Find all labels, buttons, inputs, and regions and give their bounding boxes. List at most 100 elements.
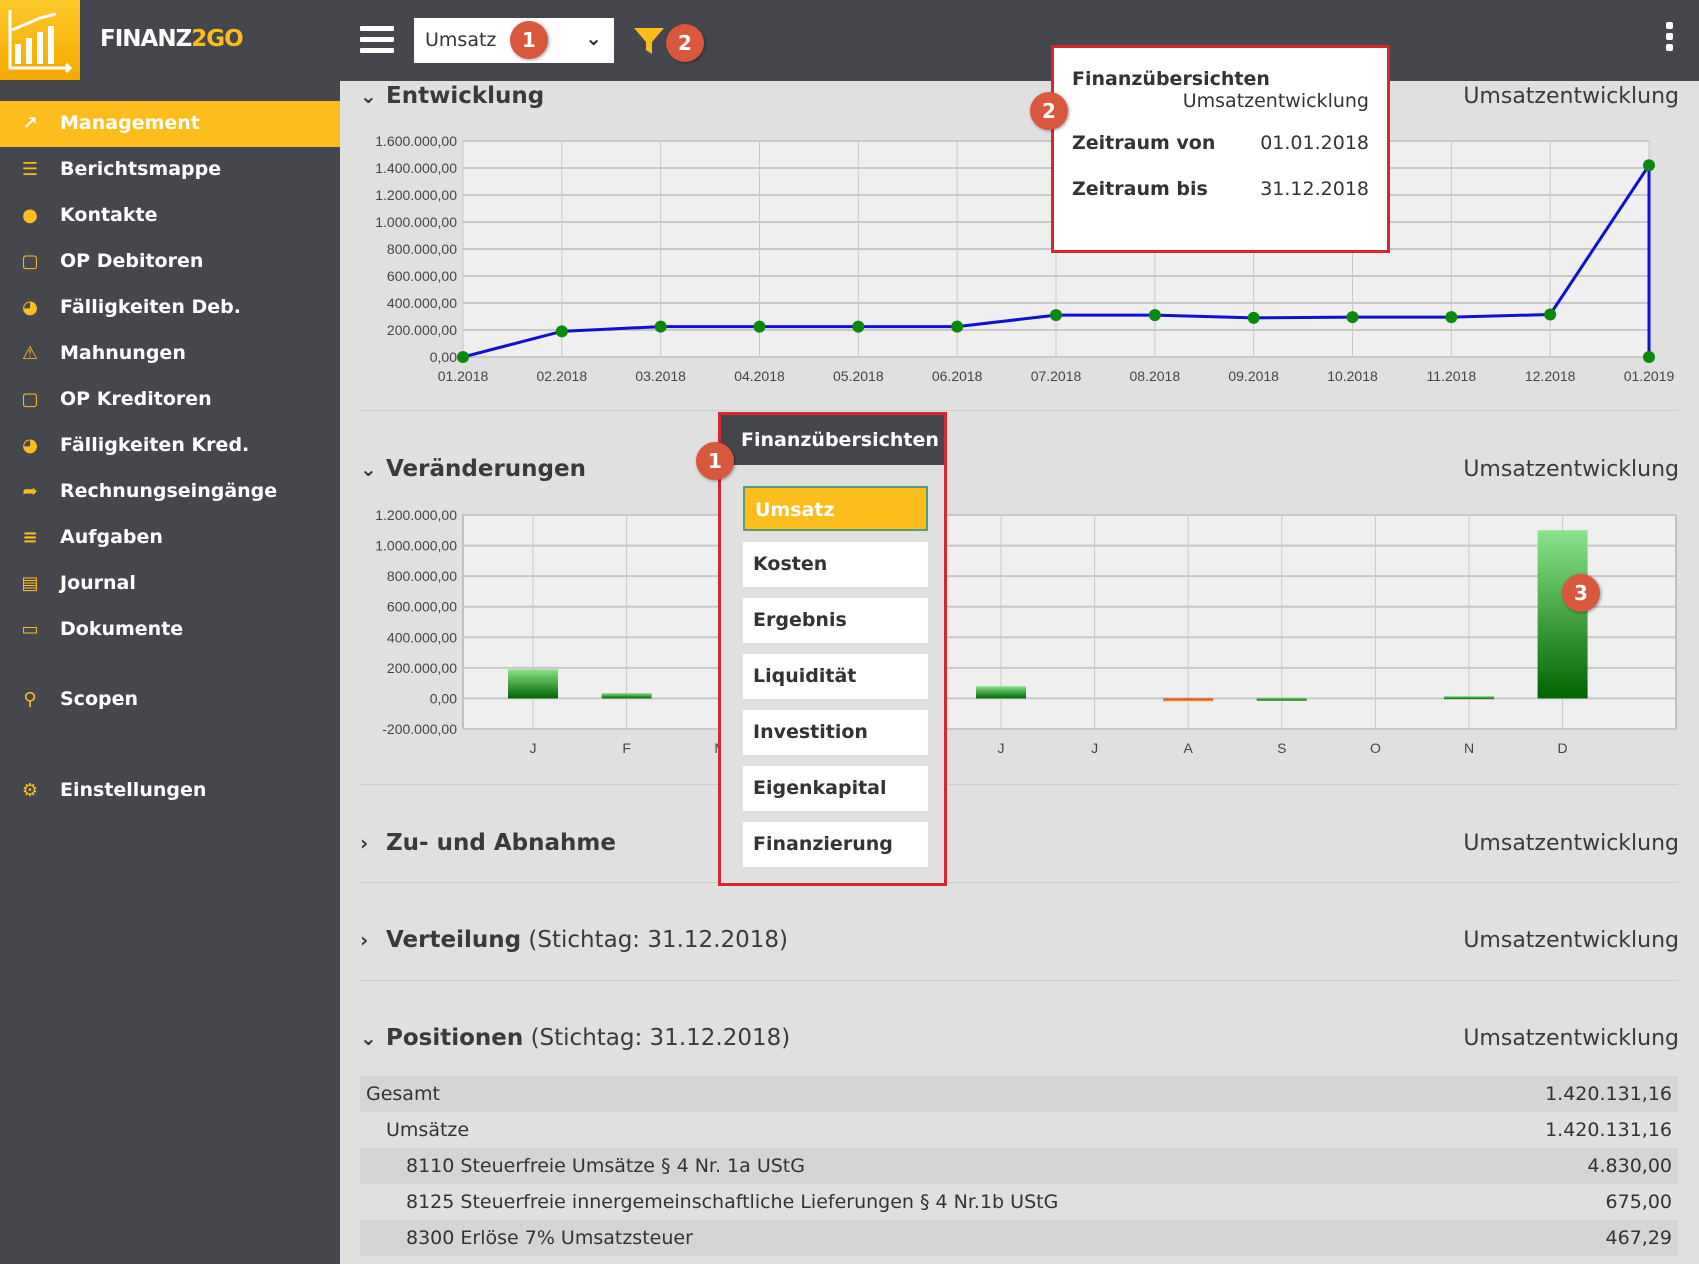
line-chart: 0,00 200.000,00 400.000,00 600.000,00 800.00… [375,133,1675,384]
menu-item[interactable]: Finanzierung [743,822,928,867]
folder-icon: ▭ [21,619,39,640]
filter-icon[interactable] [632,24,666,58]
sidebar-item[interactable]: ▤ Journal [0,561,340,607]
y-tick-label: 400.000,00 [387,295,457,311]
gauge-icon: ◕ [22,435,38,456]
step-badge: 2 [1030,92,1068,130]
warning-icon: ⚠ [21,343,39,364]
data-point [1346,311,1359,324]
section-entwicklung[interactable]: ⌄ Entwicklung [360,83,544,109]
y-tick-label: 1.600.000,00 [375,133,457,149]
table-row[interactable]: Umsätze 1.420.131,16 [360,1112,1678,1148]
y-tick-label: -200.000,00 [382,721,457,737]
y-tick-label: 1.200.000,00 [375,507,457,523]
x-tick-label: F [622,740,631,756]
sidebar-item[interactable]: ● Kontakte [0,193,340,239]
sidebar-item[interactable]: ⚠ Mahnungen [0,331,340,377]
section-subtitle: Umsatzentwicklung [1463,831,1679,856]
menu-item[interactable]: Eigenkapital [743,766,928,811]
menu-item[interactable]: Investition [743,710,928,755]
logo[interactable] [0,0,80,80]
section-subtitle: Umsatzentwicklung [1463,84,1679,109]
from-value[interactable]: 01.01.2018 [1260,132,1369,154]
menu-item[interactable]: Kosten [743,542,928,587]
row-value: 1.420.131,16 [1545,1119,1672,1141]
row-label: Umsätze [386,1119,470,1141]
data-point [951,320,964,333]
x-tick-label: 12.2018 [1525,368,1576,384]
y-tick-label: 800.000,00 [387,241,457,257]
y-tick-label: 400.000,00 [387,629,457,645]
x-tick-label: 05.2018 [833,368,884,384]
sidebar-item[interactable]: ➦ Rechnungseingänge [0,469,340,515]
bar [976,686,1026,699]
sidebar-item[interactable]: ▢ OP Kreditoren [0,377,340,423]
sidebar-item-label: Kontakte [60,204,158,226]
table-row[interactable]: Gesamt 1.420.131,16 [360,1076,1678,1112]
sidebar-item[interactable]: ◕ Fälligkeiten Kred. [0,423,340,469]
top-bar [0,0,1699,81]
step-badge: 1 [696,442,734,480]
chevron-down-icon: ⌄ [360,84,377,108]
data-point [654,320,667,333]
menu-item[interactable]: Liquidität [743,654,928,699]
divider [360,882,1678,883]
bar [1256,697,1307,701]
sidebar-item-label: Journal [60,572,136,594]
section-zu-und-abnahme[interactable]: › Zu- und Abnahme [360,830,616,856]
y-tick-label: 600.000,00 [387,599,457,615]
sidebar-item-label: OP Debitoren [60,250,204,272]
x-tick-label: 01.2019 [1624,368,1675,384]
popup-subtitle: Umsatzentwicklung [1182,90,1369,112]
data-point [555,325,568,338]
sidebar-item-label: Einstellungen [60,779,207,801]
section-veraenderungen[interactable]: ⌄ Veränderungen [360,456,586,482]
data-point [753,320,766,333]
menu-icon[interactable] [360,26,394,54]
table-row[interactable]: 8125 Steuerfreie innergemeinschaftliche … [360,1184,1678,1220]
report-select[interactable]: Umsatz ⌄ 1 [414,18,614,63]
menu-item[interactable]: Ergebnis [743,598,928,643]
x-tick-label: 08.2018 [1130,368,1181,384]
chevron-right-icon: › [360,831,369,855]
row-value: 467,29 [1605,1227,1672,1249]
menu-item[interactable]: Umsatz [743,486,928,531]
x-tick-label: O [1370,740,1381,756]
gauge-icon: ◕ [22,297,38,318]
y-tick-label: 200.000,00 [387,660,457,676]
bar [508,669,558,699]
x-tick-label: 11.2018 [1427,368,1477,384]
section-subtitle: Umsatzentwicklung [1463,1026,1679,1051]
chart-line-icon: ↗ [22,113,38,134]
sidebar-item[interactable]: ↗ Management [0,101,340,147]
more-options-icon[interactable] [1666,22,1674,55]
popup-title: Finanzübersichten [1072,68,1270,90]
sidebar-item[interactable]: ◕ Fälligkeiten Deb. [0,285,340,331]
sidebar-item[interactable]: ⚲ Scopen [0,677,340,723]
table-row[interactable]: 8110 Steuerfreie Umsätze § 4 Nr. 1a UStG… [360,1148,1678,1184]
sidebar-item-label: Fälligkeiten Kred. [60,434,250,456]
sidebar-item[interactable]: ▢ OP Debitoren [0,239,340,285]
data-point [457,351,469,363]
step-badge: 2 [666,24,704,62]
sidebar-item[interactable]: ≡ Aufgaben [0,515,340,561]
x-tick-label: 07.2018 [1031,368,1082,384]
sidebar-item[interactable]: ☰ Berichtsmappe [0,147,340,193]
share-icon: ➦ [22,481,38,502]
chevron-down-icon: ⌄ [360,457,377,481]
sidebar-item[interactable]: ▭ Dokumente [0,607,340,653]
section-verteilung[interactable]: › Verteilung (Stichtag: 31.12.2018) [360,927,788,953]
bar [601,693,652,699]
brand-name: FINANZ2GO [100,26,244,52]
x-tick-label: 04.2018 [734,368,785,384]
data-point [1544,308,1557,321]
to-value[interactable]: 31.12.2018 [1260,178,1369,200]
table-row[interactable]: 8300 Erlöse 7% Umsatzsteuer 467,29 [360,1220,1678,1256]
sidebar-item-label: OP Kreditoren [60,388,212,410]
sidebar-item[interactable]: ⚙ Einstellungen [0,768,340,814]
sidebar-item-label: Aufgaben [60,526,163,548]
step-badge: 1 [510,21,548,59]
y-tick-label: 0,00 [430,349,457,365]
section-positionen[interactable]: ⌄ Positionen (Stichtag: 31.12.2018) [360,1025,790,1051]
chart-logo-icon [8,10,73,74]
